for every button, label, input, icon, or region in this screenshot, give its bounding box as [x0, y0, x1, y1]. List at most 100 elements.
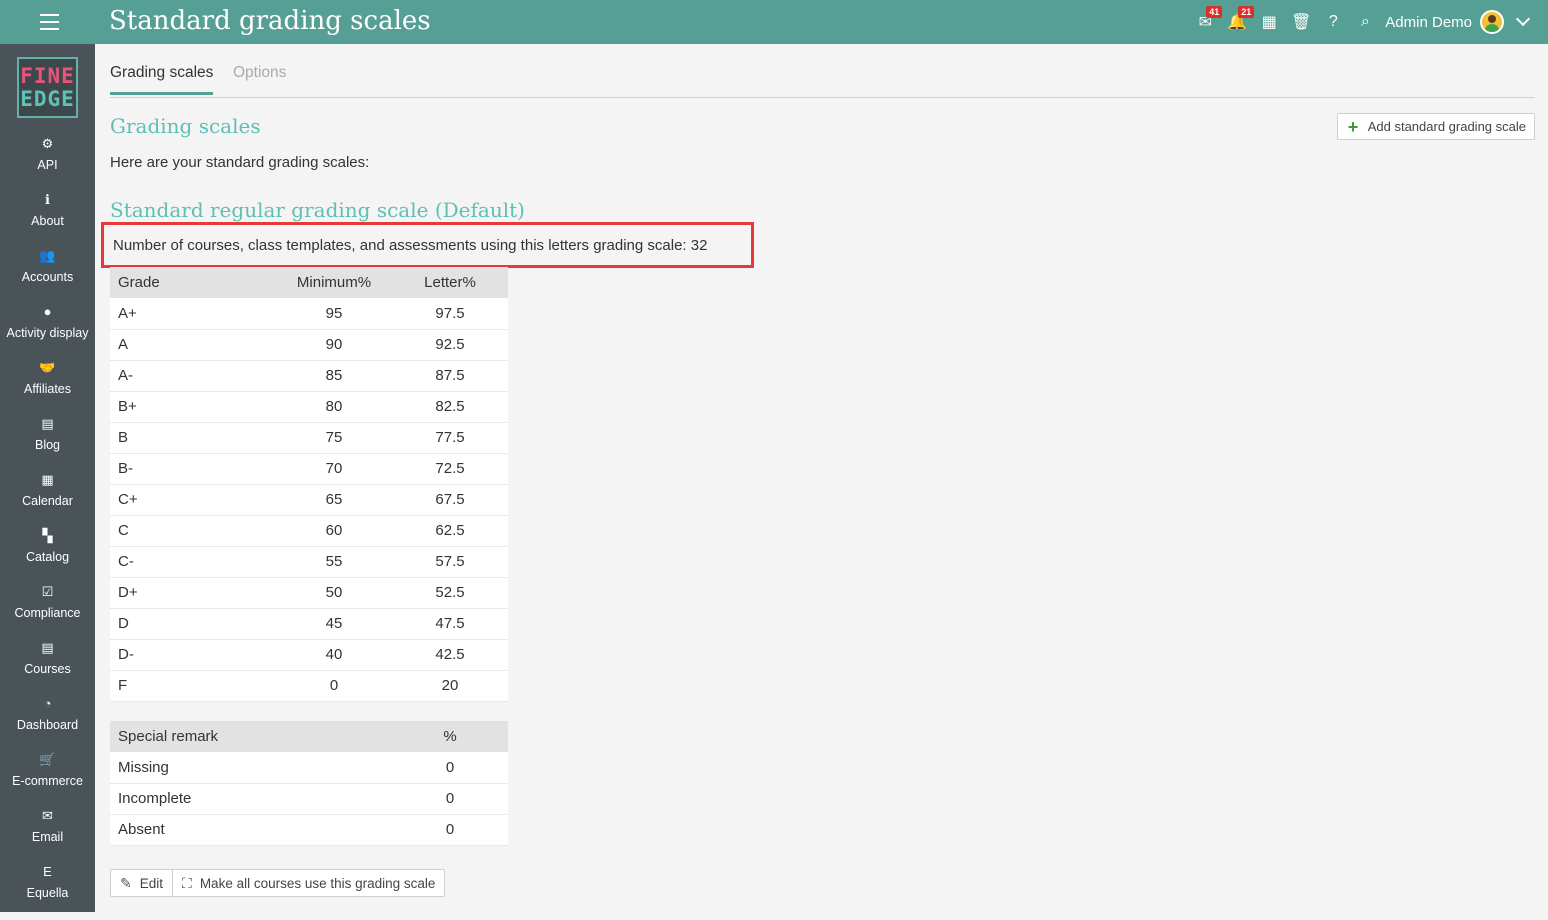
- letter-cell: 87.5: [392, 360, 508, 392]
- sidebar-item-calendar[interactable]: ▦ Calendar: [0, 472, 95, 528]
- sidebar-item-compliance[interactable]: ☑ Compliance: [0, 584, 95, 640]
- letter-cell: 42.5: [392, 639, 508, 671]
- grade-cell: D+: [110, 577, 276, 609]
- table-row: C 60 62.5: [110, 515, 508, 547]
- intro-text: Here are your standard grading scales:: [110, 154, 370, 171]
- minimum-cell: 80: [276, 391, 392, 423]
- equella-icon: E: [43, 864, 52, 879]
- sidebar-item-label: Accounts: [21, 270, 74, 284]
- grade-table: Grade Minimum% Letter% A+ 95 97.5 A 90 92.5 A-…: [110, 267, 508, 702]
- make-all-label: Make all courses use this grading scale: [199, 875, 436, 891]
- sidebar-item-label: E-commerce: [12, 774, 83, 788]
- sidebar-item-accounts[interactable]: 👥 Accounts: [0, 248, 95, 304]
- section-title: Grading scales: [110, 114, 261, 138]
- logo[interactable]: FINE EDGE: [17, 57, 78, 118]
- minimum-header: Minimum%: [276, 267, 392, 298]
- table-row: C- 55 57.5: [110, 546, 508, 578]
- sidebar-item-affiliates[interactable]: 🤝 Affiliates: [0, 360, 95, 416]
- sidebar-item-activity-display[interactable]: ● Activity display: [0, 304, 95, 360]
- letter-cell: 77.5: [392, 422, 508, 454]
- table-row: Incomplete 0: [110, 783, 508, 815]
- table-row: Absent 0: [110, 814, 508, 846]
- tab-options[interactable]: Options: [233, 64, 286, 94]
- info-icon: ℹ: [45, 192, 50, 207]
- menu-icon[interactable]: [40, 14, 59, 30]
- table-row: A 90 92.5: [110, 329, 508, 361]
- sidebar-item-label: Blog: [34, 438, 61, 452]
- minimum-cell: 70: [276, 453, 392, 485]
- grade-header: Grade: [110, 267, 276, 298]
- avatar[interactable]: [1480, 10, 1504, 34]
- letter-cell: 47.5: [392, 608, 508, 640]
- edit-button[interactable]: ✎ Edit: [111, 870, 172, 896]
- search-icon[interactable]: ⌕: [1349, 0, 1381, 44]
- logo-line-1: FINE: [20, 63, 75, 88]
- chevron-down-icon[interactable]: [1515, 11, 1531, 27]
- sidebar-item-blog[interactable]: ▤ Blog: [0, 416, 95, 472]
- grid-icon: ▚: [42, 528, 53, 543]
- letter-cell: 62.5: [392, 515, 508, 547]
- bell-icon[interactable]: 🔔 21: [1221, 0, 1255, 44]
- grade-cell: A-: [110, 360, 276, 392]
- percent-header: %: [392, 721, 508, 752]
- table-row: F 0 20: [110, 670, 508, 702]
- handshake-icon: 🤝: [39, 360, 56, 375]
- top-bar: Standard grading scales ✉ 41 🔔 21 ▦ 🗑 ? ⌕ …: [0, 0, 1548, 44]
- edit-label: Edit: [139, 875, 163, 891]
- minimum-cell: 55: [276, 546, 392, 578]
- remark-table-header: Special remark %: [110, 721, 508, 752]
- letter-cell: 82.5: [392, 391, 508, 423]
- make-all-courses-button[interactable]: ⛶ Make all courses use this grading scal…: [172, 870, 444, 896]
- percent-cell: 0: [392, 814, 508, 846]
- table-row: Missing 0: [110, 752, 508, 784]
- expand-icon: ⛶: [182, 874, 192, 891]
- table-row: C+ 65 67.5: [110, 484, 508, 516]
- sidebar-item-e-commerce[interactable]: 🛒 E-commerce: [0, 752, 95, 808]
- sidebar-item-catalog[interactable]: ▚ Catalog: [0, 528, 95, 584]
- sidebar-item-label: Equella: [26, 886, 69, 900]
- remark-cell: Absent: [110, 814, 392, 846]
- user-name[interactable]: Admin Demo: [1385, 14, 1472, 31]
- grade-cell: B+: [110, 391, 276, 423]
- table-row: B 75 77.5: [110, 422, 508, 454]
- sidebar-item-api[interactable]: ⚙ API: [0, 136, 95, 192]
- notifications-badge: 21: [1238, 6, 1255, 18]
- dot-icon: ●: [43, 304, 52, 319]
- sidebar-item-courses[interactable]: ▤ Courses: [0, 640, 95, 696]
- letter-cell: 92.5: [392, 329, 508, 361]
- sidebar-item-label: Calendar: [22, 494, 73, 508]
- sidebar-item-email[interactable]: ✉ Email: [0, 808, 95, 864]
- sidebar-item-label: Catalog: [25, 550, 70, 564]
- letter-cell: 72.5: [392, 453, 508, 485]
- table-row: D+ 50 52.5: [110, 577, 508, 609]
- table-row: D- 40 42.5: [110, 639, 508, 671]
- calendar-icon[interactable]: ▦: [1253, 0, 1285, 44]
- sidebar-item-dashboard[interactable]: ◔ Dashboard: [0, 696, 95, 752]
- help-icon[interactable]: ?: [1317, 0, 1349, 44]
- minimum-cell: 0: [276, 670, 392, 702]
- minimum-cell: 45: [276, 608, 392, 640]
- grade-cell: C+: [110, 484, 276, 516]
- table-row: B+ 80 82.5: [110, 391, 508, 423]
- sidebar-item-label: API: [37, 158, 58, 172]
- sidebar-item-about[interactable]: ℹ About: [0, 192, 95, 248]
- checklist-icon: ☑: [41, 584, 54, 599]
- table-row: A- 85 87.5: [110, 360, 508, 392]
- tab-grading-scales[interactable]: Grading scales: [110, 64, 214, 95]
- add-grading-scale-button[interactable]: + Add standard grading scale: [1336, 113, 1535, 140]
- sidebar-item-label: Compliance: [14, 606, 81, 620]
- letter-cell: 67.5: [392, 484, 508, 516]
- sidebar-item-label: Affiliates: [23, 382, 71, 396]
- scale-title: Standard regular grading scale (Default): [110, 198, 525, 222]
- sidebar-item-label: Courses: [24, 662, 71, 676]
- minimum-cell: 40: [276, 639, 392, 671]
- pencil-icon: ✎: [120, 874, 132, 891]
- grade-cell: C: [110, 515, 276, 547]
- trash-icon[interactable]: 🗑: [1285, 0, 1317, 44]
- letter-header: Letter%: [392, 267, 508, 298]
- add-button-label: Add standard grading scale: [1367, 119, 1526, 134]
- mail-icon[interactable]: ✉ 41: [1189, 0, 1223, 44]
- sidebar-item-label: Dashboard: [16, 718, 79, 732]
- scale-actions: ✎ Edit ⛶ Make all courses use this gradi…: [110, 869, 446, 897]
- minimum-cell: 85: [276, 360, 392, 392]
